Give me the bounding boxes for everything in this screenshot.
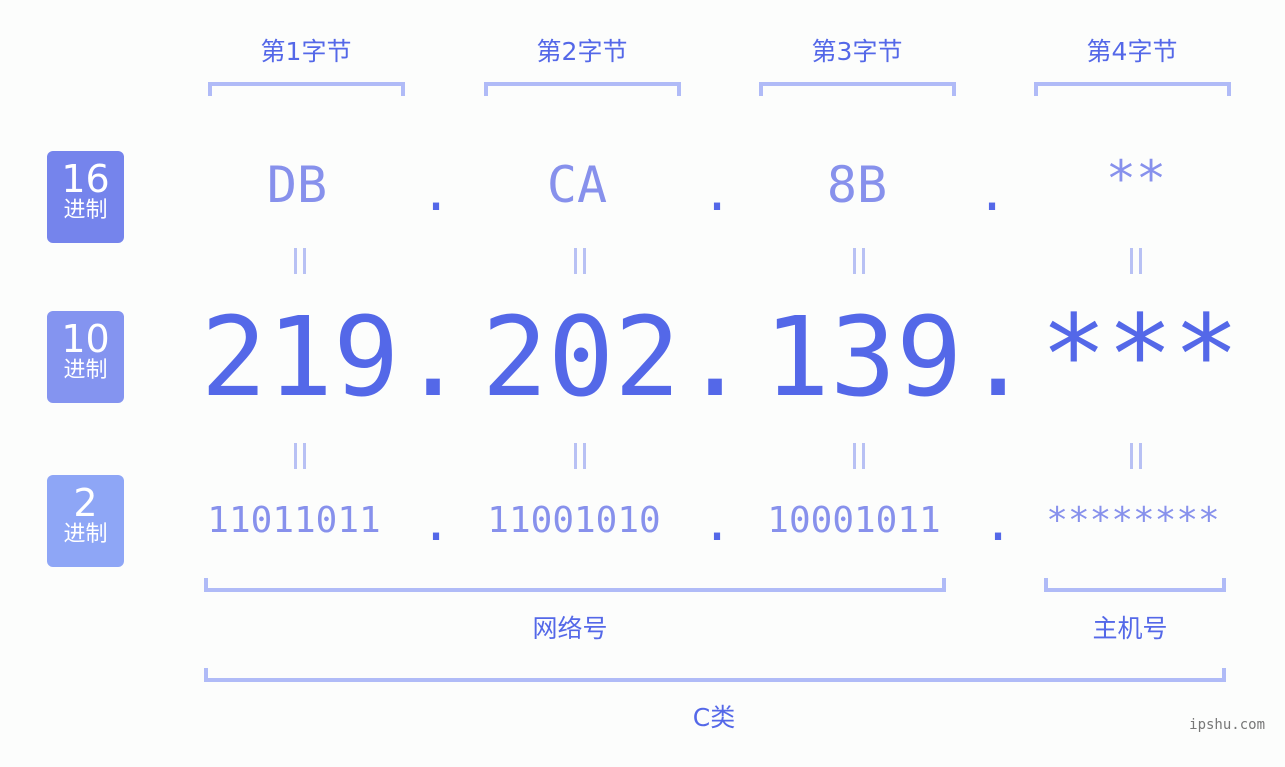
bin-byte-2: 11001010 bbox=[487, 500, 661, 541]
byte-label-2: 第2字节 bbox=[536, 37, 628, 66]
hex-separator: . bbox=[421, 164, 452, 222]
bin-separator: . bbox=[702, 494, 733, 552]
class-bracket bbox=[204, 668, 1226, 682]
host-label: 主机号 bbox=[1092, 614, 1168, 643]
hex-byte-2: CA bbox=[546, 156, 608, 214]
byte-label-4: 第4字节 bbox=[1086, 37, 1178, 66]
dec-byte-2: 202 bbox=[481, 293, 681, 421]
byte-bracket-4 bbox=[1034, 82, 1231, 96]
hex-separator: . bbox=[702, 164, 733, 222]
dec-separator: . bbox=[682, 293, 749, 421]
base-number: 16 bbox=[61, 157, 110, 201]
network-label: 网络号 bbox=[532, 614, 608, 643]
equals-icon bbox=[294, 248, 306, 274]
dec-byte-3: 139 bbox=[763, 293, 963, 421]
bin-byte-1: 11011011 bbox=[207, 500, 381, 541]
bin-byte-4: ******** bbox=[1046, 500, 1220, 541]
dec-byte-4: *** bbox=[1040, 291, 1240, 419]
base-unit: 进制 bbox=[63, 522, 108, 547]
bin-byte-3: 10001011 bbox=[767, 500, 941, 541]
byte-bracket-2 bbox=[484, 82, 681, 96]
dec-byte-1: 219 bbox=[200, 293, 400, 421]
base-badge-hex: 16 进制 bbox=[47, 151, 124, 243]
dec-separator: . bbox=[400, 293, 467, 421]
equals-icon bbox=[1130, 248, 1142, 274]
hex-byte-1: DB bbox=[266, 156, 328, 214]
class-label: C类 bbox=[692, 703, 736, 732]
bin-separator: . bbox=[421, 494, 452, 552]
base-number: 2 bbox=[73, 481, 98, 525]
equals-icon bbox=[853, 248, 865, 274]
equals-icon bbox=[853, 443, 865, 469]
byte-label-3: 第3字节 bbox=[811, 37, 903, 66]
equals-icon bbox=[1130, 443, 1142, 469]
hex-byte-3: 8B bbox=[826, 156, 888, 214]
equals-icon bbox=[574, 248, 586, 274]
byte-label-1: 第1字节 bbox=[260, 37, 352, 66]
dec-separator: . bbox=[965, 293, 1032, 421]
byte-bracket-3 bbox=[759, 82, 956, 96]
host-bracket bbox=[1044, 578, 1226, 592]
equals-icon bbox=[574, 443, 586, 469]
base-number: 10 bbox=[61, 317, 110, 361]
network-bracket bbox=[204, 578, 946, 592]
hex-byte-4: ** bbox=[1105, 150, 1167, 208]
base-badge-bin: 2 进制 bbox=[47, 475, 124, 567]
watermark: ipshu.com bbox=[1189, 717, 1265, 733]
bin-separator: . bbox=[983, 494, 1014, 552]
byte-bracket-1 bbox=[208, 82, 405, 96]
equals-icon bbox=[294, 443, 306, 469]
base-unit: 进制 bbox=[63, 358, 108, 383]
base-badge-dec: 10 进制 bbox=[47, 311, 124, 403]
base-unit: 进制 bbox=[63, 198, 108, 223]
hex-separator: . bbox=[977, 164, 1008, 222]
